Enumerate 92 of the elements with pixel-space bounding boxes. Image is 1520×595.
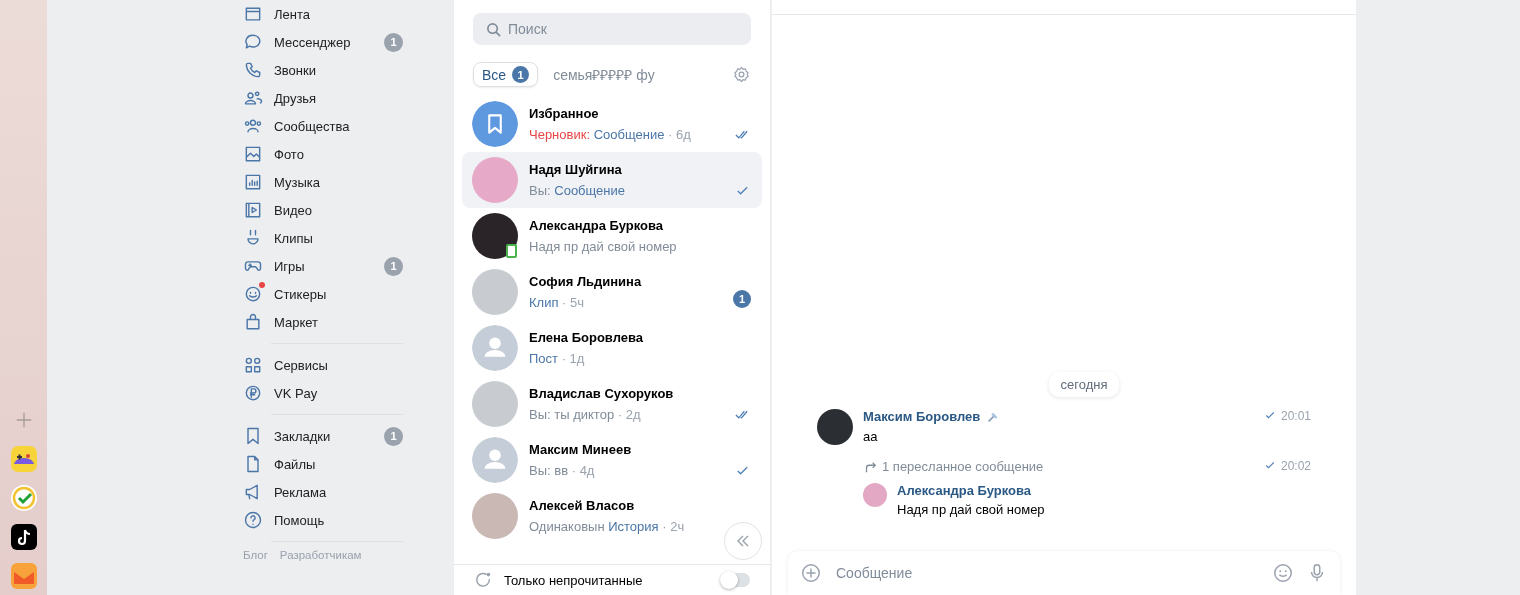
- sidebar-item[interactable]: Видео: [243, 196, 403, 224]
- question-icon: [243, 510, 263, 530]
- search-icon: [486, 22, 501, 37]
- music-note-app-icon[interactable]: [10, 524, 37, 550]
- sidebar-item[interactable]: Сервисы: [243, 351, 403, 379]
- message-preview: Вы: Сообщение: [529, 183, 626, 198]
- sidebar-item[interactable]: Фото: [243, 140, 403, 168]
- sidebar-item[interactable]: Клипы: [243, 224, 403, 252]
- smiley-icon: [243, 284, 263, 304]
- sidebar-item[interactable]: Помощь: [243, 506, 403, 534]
- chat-name: Избранное: [529, 106, 600, 121]
- toggle-switch[interactable]: [720, 573, 750, 587]
- picture-icon: [243, 144, 263, 164]
- photo-placeholder: [472, 381, 518, 427]
- unread-count-badge: 1: [733, 290, 751, 308]
- smiley-icon[interactable]: [1272, 562, 1294, 584]
- double-chevron-icon: [735, 533, 751, 549]
- photo-placeholder: [472, 157, 518, 203]
- chat-name: Надя Шуйгина: [529, 162, 623, 177]
- message-preview: Надя пр дай свой номер: [529, 239, 678, 254]
- user-silhouette-avatar: [472, 437, 518, 483]
- message-preview: Клип · 5ч: [529, 295, 586, 310]
- author-name[interactable]: Александра Буркова: [897, 483, 1045, 498]
- user-silhouette-avatar: [472, 325, 518, 371]
- chat-row[interactable]: Избранное Черновик: Сообщение · 6д: [462, 96, 762, 152]
- checkmark-app-icon[interactable]: [10, 485, 37, 511]
- chat-row[interactable]: Александра Буркова Надя пр дай свой номер: [462, 208, 762, 264]
- photo-placeholder: [472, 269, 518, 315]
- sidebar-item[interactable]: Игры 1: [243, 252, 403, 280]
- chat-name: Алексей Власов: [529, 498, 636, 513]
- photo-placeholder: [472, 493, 518, 539]
- settings-icon[interactable]: [732, 65, 751, 84]
- gamepad-app-icon[interactable]: [10, 446, 37, 472]
- collapse-button[interactable]: [724, 522, 762, 560]
- message-text: аа: [863, 429, 879, 444]
- chat-name: София Льдинина: [529, 274, 643, 289]
- chat-row[interactable]: Елена Боровлева Пост · 1д: [462, 320, 762, 376]
- folder-tab[interactable]: Все 1: [473, 62, 539, 87]
- folder-tab[interactable]: семья₽₽₽₽₽ фу: [544, 61, 664, 88]
- bag-icon: [243, 312, 263, 332]
- search-field[interactable]: Поиск: [473, 13, 751, 45]
- sidebar-item[interactable]: Маркет: [243, 308, 403, 336]
- message-time: 20:02: [1280, 459, 1311, 473]
- filter-icon: [474, 571, 492, 589]
- sidebar-item[interactable]: Лента: [243, 0, 403, 28]
- photo-placeholder: [472, 213, 518, 259]
- ruble-icon: [243, 383, 263, 403]
- count-badge: 1: [384, 32, 403, 52]
- sidebar-item[interactable]: Друзья: [243, 84, 403, 112]
- sidebar-item[interactable]: Звонки: [243, 56, 403, 84]
- photo-placeholder: [817, 409, 853, 445]
- chat-row[interactable]: Надя Шуйгина Вы: Сообщение: [462, 152, 762, 208]
- plus-icon[interactable]: [14, 411, 33, 429]
- sidebar-item[interactable]: Сообщества: [243, 112, 403, 140]
- chat-name: Елена Боровлева: [529, 330, 645, 345]
- music-icon: [243, 172, 263, 192]
- message-preview: Одинаковын История · 2ч: [529, 519, 686, 534]
- phone-icon: [243, 60, 263, 80]
- news-icon: [243, 4, 263, 24]
- plus-icon[interactable]: [800, 562, 822, 584]
- count-badge: 1: [384, 426, 403, 446]
- play-icon: [243, 200, 263, 220]
- sidebar-item[interactable]: Стикеры: [243, 280, 403, 308]
- message-preview: Вы: ты диктор · 2д: [529, 407, 642, 422]
- sidebar-item[interactable]: VK Pay: [243, 379, 403, 407]
- chat-row[interactable]: Алексей Власов Одинаковын История · 2ч: [462, 488, 762, 544]
- envelope-app-icon[interactable]: [10, 563, 37, 589]
- message-time: 20:01: [1280, 409, 1311, 423]
- bookmark-avatar-icon: [472, 101, 518, 147]
- author-name[interactable]: Максим Боровлев: [863, 409, 981, 424]
- sidebar-item[interactable]: Музыка: [243, 168, 403, 196]
- sidebar-item[interactable]: Файлы: [243, 450, 403, 478]
- chat-row[interactable]: София Льдинина Клип · 5ч 1: [462, 264, 762, 320]
- unread-only-label: Только непрочитанные: [504, 572, 644, 588]
- forwarded-label: 1 пересланное сообщение: [882, 459, 1044, 474]
- chat-name: Владислав Сухоруков: [529, 386, 675, 401]
- message-preview: Вы: вв · 4д: [529, 463, 596, 478]
- grid-icon: [243, 355, 263, 375]
- speech-bubble-icon: [243, 32, 263, 52]
- chat-name: Александра Буркова: [529, 218, 665, 233]
- sidebar-item[interactable]: Реклама: [243, 478, 403, 506]
- message-preview: Черновик: Сообщение · 6д: [529, 127, 692, 142]
- message-text: Надя пр дай свой номер: [897, 502, 1045, 517]
- chat-row[interactable]: Владислав Сухоруков Вы: ты диктор · 2д: [462, 376, 762, 432]
- sidebar-item[interactable]: Закладки 1: [243, 422, 403, 450]
- count-badge: 1: [384, 256, 403, 276]
- chat-name: Максим Минеев: [529, 442, 633, 457]
- date-separator: сегодня: [1048, 372, 1120, 397]
- chat-row[interactable]: Максим Минеев Вы: вв · 4д: [462, 432, 762, 488]
- message-preview: Пост · 1д: [529, 351, 586, 366]
- sidebar-item[interactable]: Мессенджер 1: [243, 28, 403, 56]
- photo-placeholder: [863, 483, 887, 507]
